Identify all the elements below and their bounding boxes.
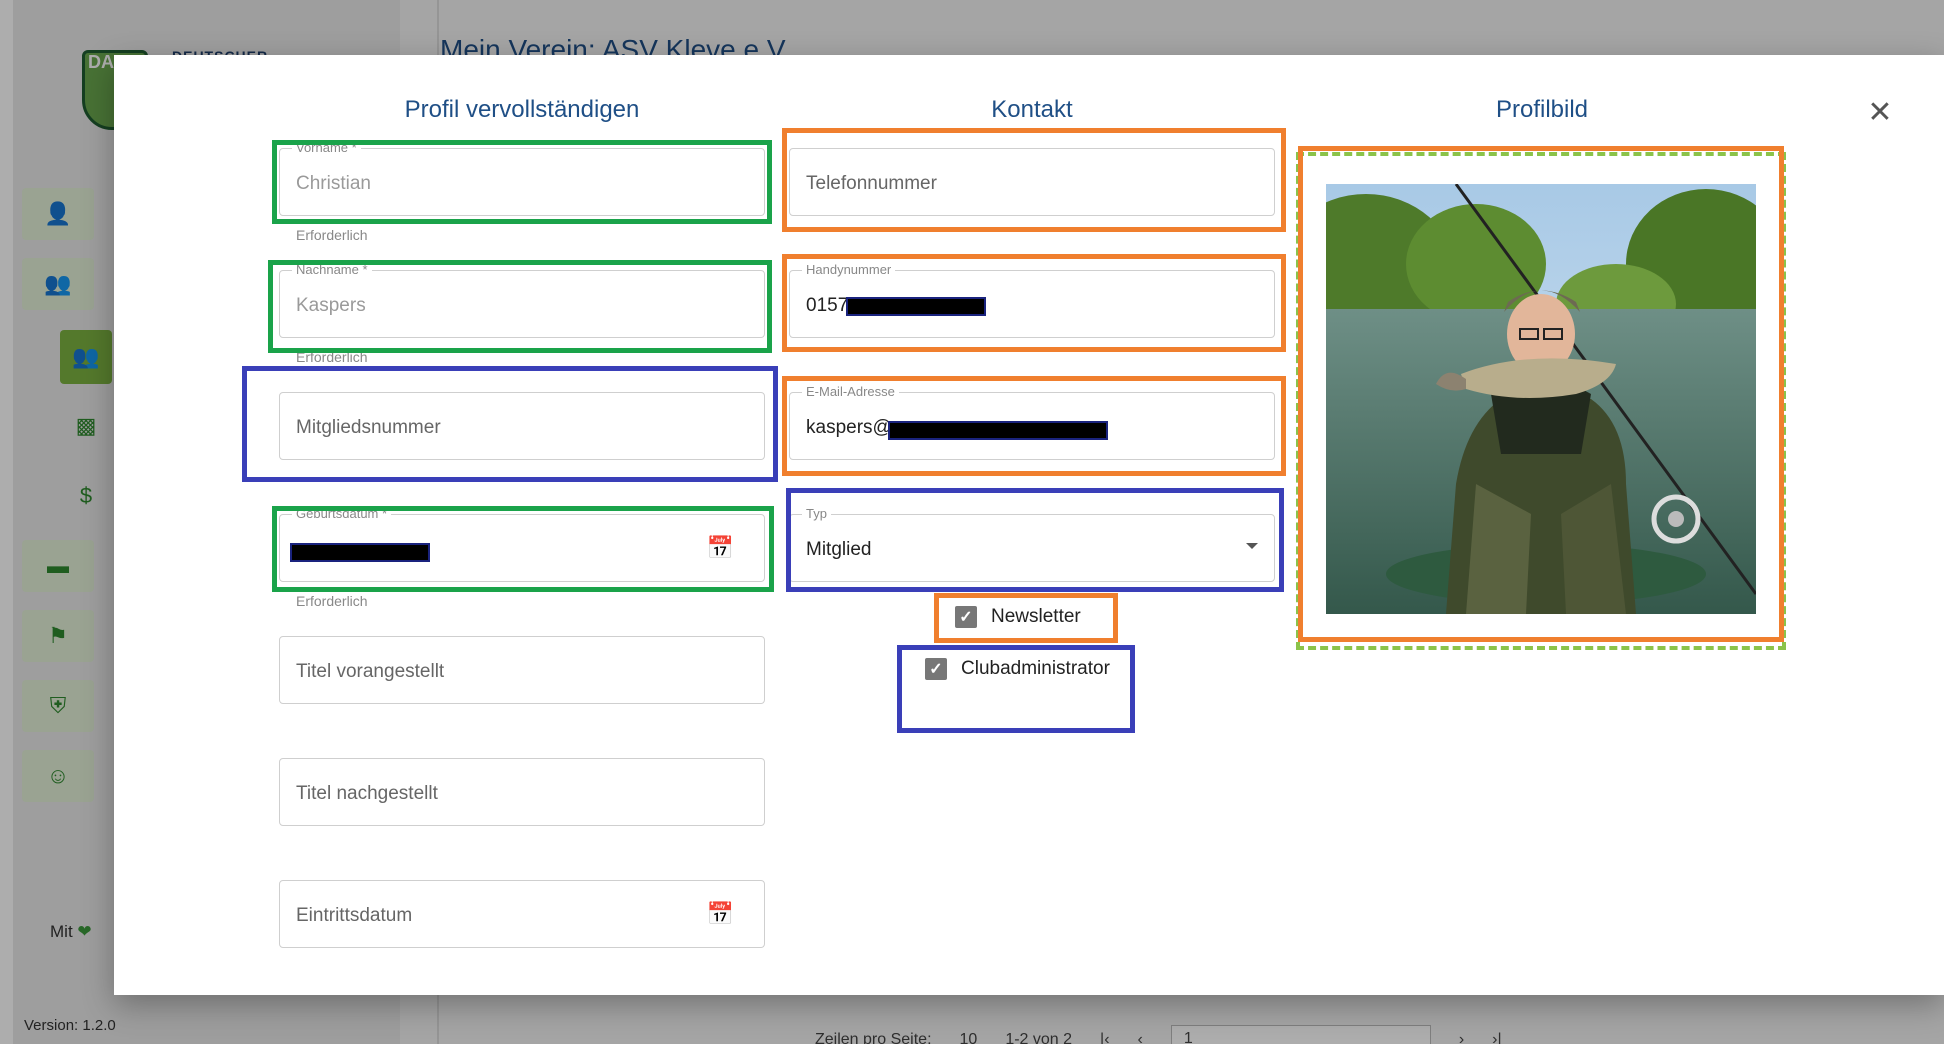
email-label: E-Mail-Adresse xyxy=(802,384,899,399)
birthdate-field[interactable]: Geburtsdatum * 📅 xyxy=(279,506,765,582)
type-select[interactable]: Typ Mitglied xyxy=(789,506,1275,582)
calendar-icon[interactable]: 📅 xyxy=(707,535,734,561)
club-admin-checkbox[interactable]: ✓ Clubadministrator xyxy=(925,658,1110,680)
mobile-redaction xyxy=(846,297,986,316)
firstname-value: Christian xyxy=(296,173,371,194)
mobile-value: 0157 xyxy=(806,295,849,316)
firstname-field[interactable]: Vorname * Christian xyxy=(279,140,765,216)
member-number-field[interactable]: Mitgliedsnummer xyxy=(279,392,765,460)
phone-field[interactable]: Telefonnummer xyxy=(789,148,1275,216)
title-after-placeholder: Titel nachgestellt xyxy=(296,783,438,804)
close-icon[interactable]: ✕ xyxy=(1860,92,1900,132)
checkbox-checked-icon[interactable]: ✓ xyxy=(955,606,977,628)
lastname-value: Kaspers xyxy=(296,295,366,316)
phone-placeholder: Telefonnummer xyxy=(806,173,937,194)
entry-date-field[interactable]: Eintrittsdatum 📅 xyxy=(279,880,765,948)
newsletter-label: Newsletter xyxy=(991,606,1081,627)
birthdate-redaction xyxy=(290,543,430,562)
chevron-down-icon[interactable] xyxy=(1246,543,1258,549)
lastname-helper: Erforderlich xyxy=(296,349,368,365)
checkbox-checked-icon[interactable]: ✓ xyxy=(925,658,947,680)
mobile-label: Handynummer xyxy=(802,262,896,277)
type-label: Typ xyxy=(802,506,831,521)
calendar-icon[interactable]: 📅 xyxy=(707,901,734,927)
contact-column-title: Kontakt xyxy=(991,96,1073,123)
profile-column-title: Profil vervollständigen xyxy=(404,96,640,123)
firstname-helper: Erforderlich xyxy=(296,227,368,243)
title-before-placeholder: Titel vorangestellt xyxy=(296,661,445,682)
email-value: kaspers@ xyxy=(806,417,892,438)
lastname-field[interactable]: Nachname * Kaspers xyxy=(279,262,765,338)
newsletter-checkbox[interactable]: ✓ Newsletter xyxy=(955,606,1081,628)
picture-column-title: Profilbild xyxy=(1495,96,1589,123)
title-after-field[interactable]: Titel nachgestellt xyxy=(279,758,765,826)
firstname-label: Vorname * xyxy=(292,140,361,155)
stage: DA DEUTSCHER Mein Verein: ASV Kleve e.V.… xyxy=(0,0,1944,1044)
profile-picture[interactable] xyxy=(1326,184,1756,614)
email-redaction xyxy=(888,421,1108,440)
birthdate-label: Geburtsdatum * xyxy=(292,506,392,521)
lastname-label: Nachname * xyxy=(292,262,372,277)
type-value: Mitglied xyxy=(806,539,872,560)
club-admin-label: Clubadministrator xyxy=(961,658,1110,679)
member-number-placeholder: Mitgliedsnummer xyxy=(296,417,441,438)
birthdate-helper: Erforderlich xyxy=(296,593,368,609)
title-before-field[interactable]: Titel vorangestellt xyxy=(279,636,765,704)
entry-date-placeholder: Eintrittsdatum xyxy=(296,905,413,926)
